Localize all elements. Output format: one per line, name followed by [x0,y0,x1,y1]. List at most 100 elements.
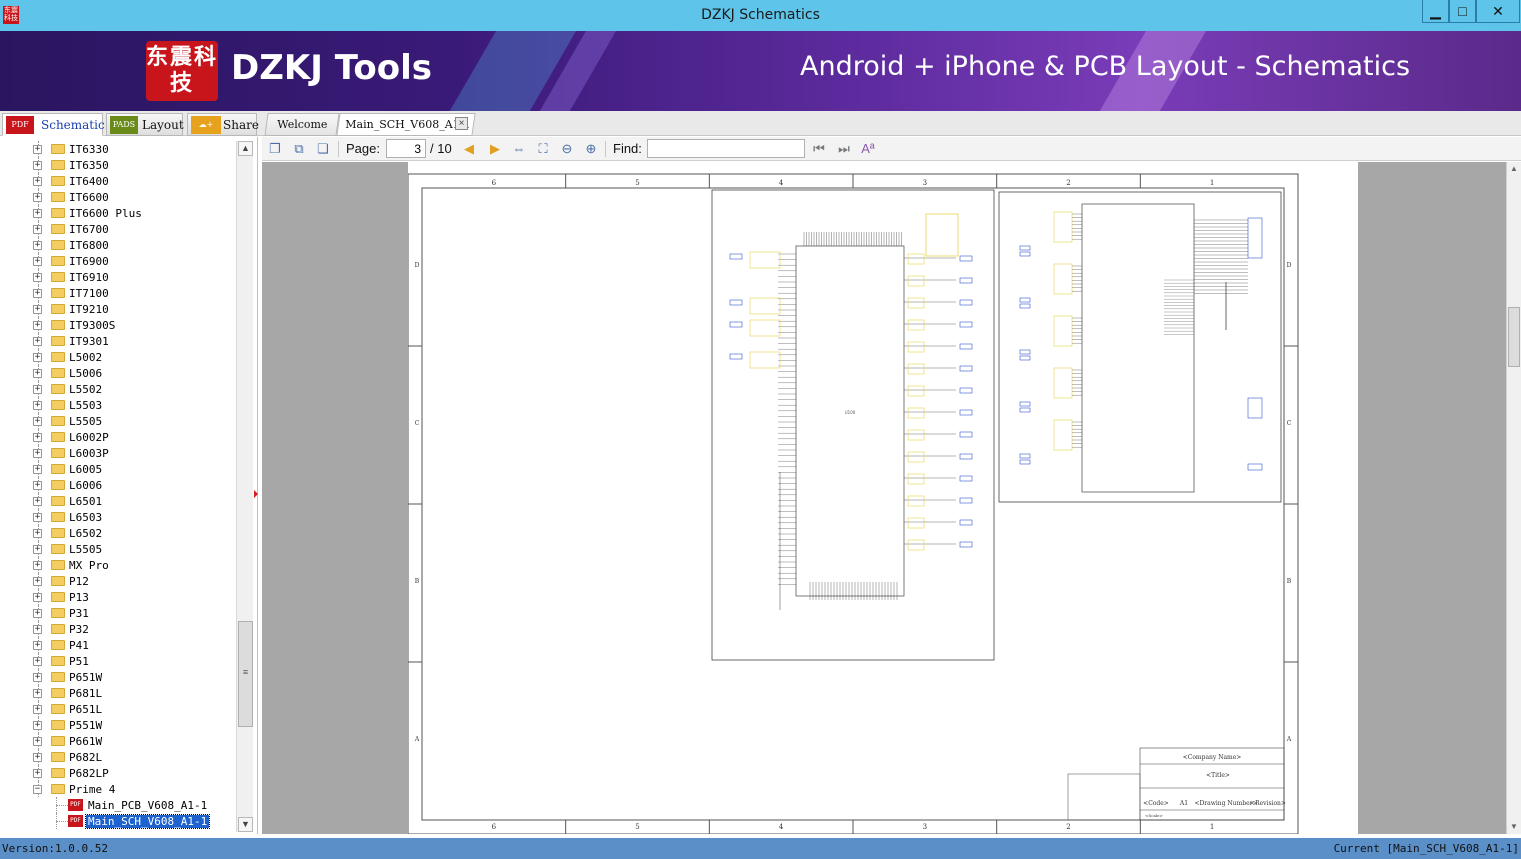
tree-item[interactable]: + P682L [0,749,236,765]
expand-icon[interactable]: + [33,305,42,314]
expand-icon[interactable]: + [33,257,42,266]
expand-icon[interactable]: + [33,433,42,442]
tree-item[interactable]: + IT9301 [0,333,236,349]
collapse-panel-icon[interactable] [254,490,258,498]
tree-item[interactable]: + P51 [0,653,236,669]
tree-item[interactable]: + P651L [0,701,236,717]
maximize-button[interactable]: □ [1449,0,1476,23]
expand-icon[interactable]: + [33,641,42,650]
tree-item[interactable]: + L6002P [0,429,236,445]
tree-item[interactable]: + IT6330 [0,141,236,157]
tree-item[interactable]: + IT9210 [0,301,236,317]
tree-item[interactable]: + IT6600 [0,189,236,205]
tree-file-item[interactable]: PDF Main_PCB_V608_A1-1 [0,797,236,813]
copy-all-icon[interactable]: ⧉ [290,140,308,158]
expand-icon[interactable]: + [33,145,42,154]
expand-icon[interactable]: + [33,225,42,234]
minimize-button[interactable]: ▁ [1422,0,1449,23]
find-input[interactable] [647,139,805,158]
expand-icon[interactable]: + [33,609,42,618]
copy-icon[interactable]: ❐ [266,140,284,158]
expand-icon[interactable]: + [33,353,42,362]
tab-layout[interactable]: PADS Layout [106,113,184,136]
tree-item[interactable]: + IT6700 [0,221,236,237]
tree-item[interactable]: + L6501 [0,493,236,509]
tree-item[interactable]: + P13 [0,589,236,605]
tree-item[interactable]: + L5505 [0,413,236,429]
expand-icon[interactable]: + [33,385,42,394]
expand-icon[interactable]: + [33,513,42,522]
tree-item[interactable]: + P31 [0,605,236,621]
tree-file-item[interactable]: PDF Main_SCH_V608_A1-1 [0,813,236,829]
expand-icon[interactable]: + [33,657,42,666]
page-number-input[interactable] [386,139,426,158]
expand-icon[interactable]: + [33,529,42,538]
expand-icon[interactable]: + [33,321,42,330]
tree-item[interactable]: + IT6400 [0,173,236,189]
tree-item[interactable]: + L6003P [0,445,236,461]
expand-icon[interactable]: + [33,241,42,250]
scroll-up-icon[interactable]: ▲ [1507,162,1521,176]
expand-icon[interactable]: + [33,593,42,602]
tree-item[interactable]: + IT6350 [0,157,236,173]
zoom-out-icon[interactable]: ⊖ [558,140,576,158]
doc-tab-welcome[interactable]: Welcome [264,113,340,136]
tree-item[interactable]: + L6006 [0,477,236,493]
close-tab-icon[interactable]: × [455,117,468,130]
tree-item[interactable]: + IT9300S [0,317,236,333]
expand-icon[interactable]: + [33,417,42,426]
document-canvas[interactable]: 6 6 5 5 4 4 3 3 2 2 1 1 D D C C B B A A U100 <Company Name> <T… [262,162,1506,834]
zoom-in-icon[interactable]: ⊕ [582,140,600,158]
tree-item[interactable]: + IT6600 Plus [0,205,236,221]
tree-item[interactable]: + L5502 [0,381,236,397]
tree-item[interactable]: + L5505 [0,541,236,557]
tree-item[interactable]: + L5006 [0,365,236,381]
expand-icon[interactable]: + [33,689,42,698]
tree-scrollbar[interactable]: ▲ ≡ ▼ [236,141,253,832]
expand-icon[interactable]: + [33,209,42,218]
tree-item[interactable]: + P661W [0,733,236,749]
tab-share[interactable]: ☁+ Share [187,113,259,136]
scroll-thumb[interactable]: ≡ [238,621,253,727]
tree-item[interactable]: + P682LP [0,765,236,781]
tree-item[interactable]: + IT6900 [0,253,236,269]
prev-page-icon[interactable]: ◀ [460,140,478,158]
tree-item[interactable]: + P12 [0,573,236,589]
tree-item[interactable]: + MX Pro [0,557,236,573]
tree-item[interactable]: + IT6800 [0,237,236,253]
expand-icon[interactable]: + [33,705,42,714]
expand-icon[interactable]: + [33,449,42,458]
close-button[interactable]: ✕ [1476,0,1520,23]
expand-icon[interactable]: + [33,273,42,282]
fit-page-icon[interactable]: ⛶ [534,140,552,158]
scroll-thumb[interactable] [1508,307,1520,367]
expand-icon[interactable]: + [33,737,42,746]
expand-icon[interactable]: + [33,561,42,570]
tree-item[interactable]: + L6502 [0,525,236,541]
find-next-icon[interactable]: ⏭ [835,140,853,158]
tree-item[interactable]: + P681L [0,685,236,701]
tree-item[interactable]: + L6503 [0,509,236,525]
expand-icon[interactable]: + [33,721,42,730]
expand-icon[interactable]: + [33,673,42,682]
tab-schematic[interactable]: PDF Schematic [2,113,105,136]
tree-item[interactable]: + L6005 [0,461,236,477]
collapse-icon[interactable]: − [33,785,42,794]
scroll-down-icon[interactable]: ▼ [1507,820,1521,834]
expand-icon[interactable]: + [33,769,42,778]
expand-icon[interactable]: + [33,577,42,586]
expand-icon[interactable]: + [33,401,42,410]
tree-item[interactable]: + P651W [0,669,236,685]
tree-item[interactable]: + P551W [0,717,236,733]
expand-icon[interactable]: + [33,369,42,378]
scroll-down-icon[interactable]: ▼ [238,817,253,832]
tree-item[interactable]: + P32 [0,621,236,637]
find-first-icon[interactable]: ⏮ [810,140,828,158]
expand-icon[interactable]: + [33,161,42,170]
expand-icon[interactable]: + [33,465,42,474]
tree-item[interactable]: + L5503 [0,397,236,413]
fit-width-icon[interactable]: ⇔ [510,140,528,158]
expand-icon[interactable]: + [33,481,42,490]
expand-icon[interactable]: + [33,625,42,634]
next-page-icon[interactable]: ▶ [486,140,504,158]
